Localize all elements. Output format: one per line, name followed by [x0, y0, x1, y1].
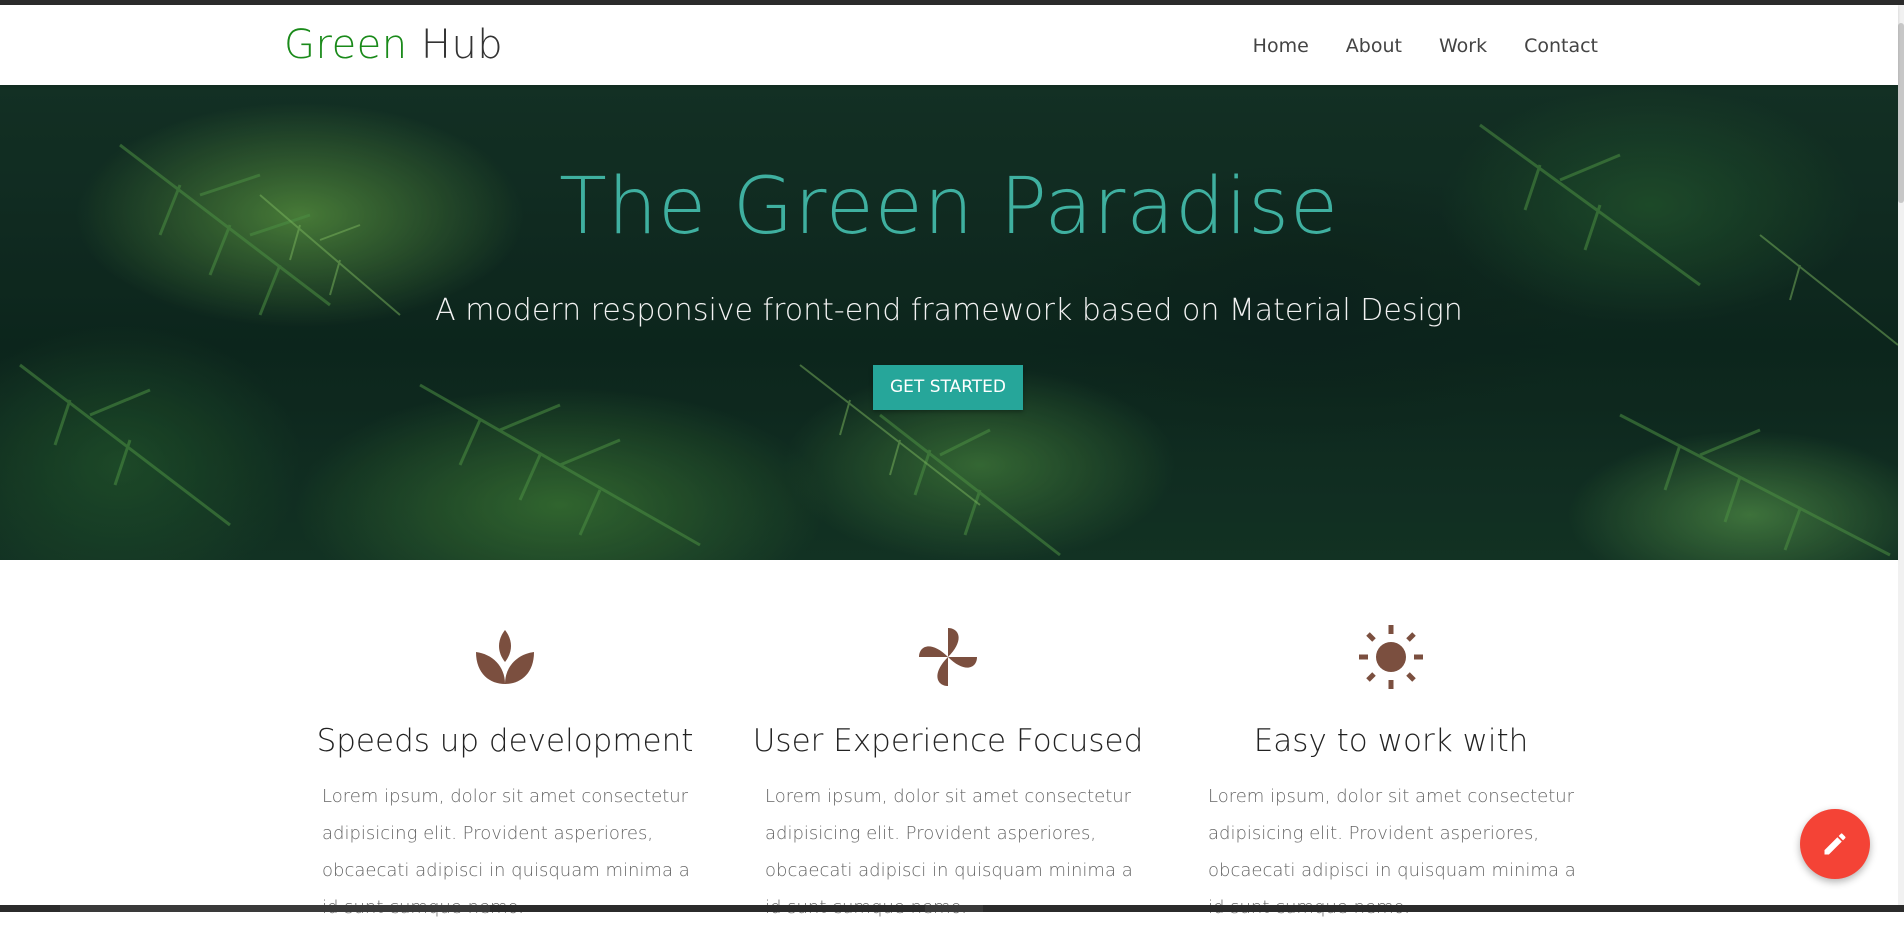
hero-title: The Green Paradise — [559, 162, 1339, 252]
nav-work[interactable]: Work — [1439, 31, 1487, 61]
page-scrollbar[interactable] — [1898, 5, 1904, 912]
nav-links: Home About Work Contact — [1253, 31, 1598, 61]
feature-text: Lorem ipsum, dolor sit amet consectetur … — [765, 786, 1133, 918]
brand-hub-text: Hub — [420, 22, 504, 68]
feature-title: Speeds up development — [316, 723, 694, 759]
spa-icon — [476, 630, 534, 684]
pencil-icon — [1824, 833, 1846, 855]
feature-text: Lorem ipsum, dolor sit amet consectetur … — [322, 786, 690, 918]
navbar: Green Hub Home About Work Contact — [0, 5, 1898, 85]
window-bottom-strip — [0, 905, 1904, 912]
features-section: Speeds up development Lorem ipsum, dolor… — [0, 560, 1898, 918]
scrollbar-thumb[interactable] — [1898, 23, 1904, 203]
edit-fab-button[interactable] — [1800, 809, 1870, 879]
bottom-strip-segment — [925, 905, 983, 912]
nav-about[interactable]: About — [1346, 31, 1402, 61]
brand-green-text: Green — [284, 22, 408, 68]
feature-text: Lorem ipsum, dolor sit amet consectetur … — [1208, 786, 1576, 918]
hero-subtitle: A modern responsive front-end framework … — [435, 293, 1463, 328]
feature-title: User Experience Focused — [752, 723, 1144, 759]
bottom-strip-segment — [60, 905, 490, 912]
nav-contact[interactable]: Contact — [1524, 31, 1598, 61]
pinwheel-icon — [919, 628, 977, 686]
nav-home[interactable]: Home — [1253, 31, 1309, 61]
hero-banner: The Green Paradise A modern responsive f… — [0, 85, 1898, 560]
feature-title: Easy to work with — [1253, 723, 1529, 759]
get-started-button[interactable]: GET STARTED — [873, 365, 1023, 410]
brand-logo[interactable]: Green Hub — [284, 23, 503, 67]
sun-icon — [1359, 625, 1423, 689]
